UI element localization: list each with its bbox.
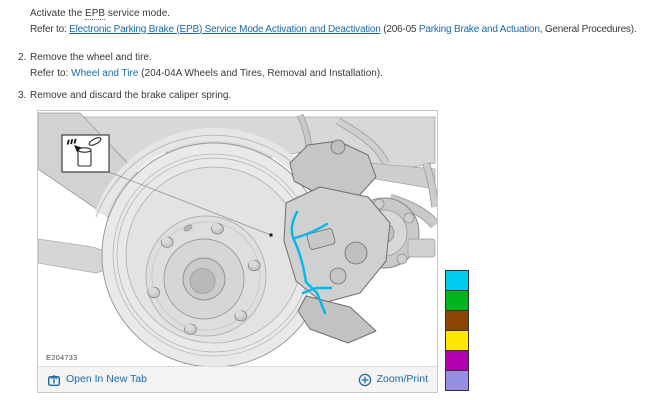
step-1-refer: Refer to: Electronic Parking Brake (EPB)… <box>30 22 637 38</box>
step-2-text-line: 2. Remove the wheel and tire. <box>18 50 383 66</box>
palette-swatch-magenta[interactable] <box>445 350 469 371</box>
brake-assembly-illustration <box>38 112 437 366</box>
parking-brake-actuation-link[interactable]: Parking Brake and Actuation <box>419 24 540 35</box>
brake-caliper <box>283 139 391 344</box>
open-in-new-tab-icon <box>48 374 61 386</box>
step-1-refer-prefix: Refer to: <box>30 23 70 35</box>
step-3-text: Remove and discard the brake caliper spr… <box>30 90 232 101</box>
palette-swatch-yellow[interactable] <box>445 330 469 351</box>
step-1-text: Activate the EPB service mode. <box>30 6 636 22</box>
step-1-text-post: service mode. <box>105 8 171 19</box>
step-1-text-pre: Activate the <box>30 8 86 19</box>
step-1-refer-suffix: , General Procedures). <box>539 23 637 35</box>
color-palette <box>445 270 469 391</box>
epb-abbr[interactable]: EPB <box>85 8 106 20</box>
palette-swatch-brown[interactable] <box>445 310 469 331</box>
discard-callout-box <box>61 134 110 173</box>
zoom-print-icon <box>358 373 371 386</box>
figure-panel: E204733 Open In New Tab Zoom/Print <box>37 110 438 393</box>
figure-id-label: E204733 <box>46 353 78 362</box>
wheel-and-tire-link[interactable]: Wheel and Tire <box>71 68 138 79</box>
palette-swatch-cyan[interactable] <box>445 270 469 291</box>
step-2-text: Remove the wheel and tire. <box>30 52 152 63</box>
step-3-number: 3. <box>18 90 27 101</box>
open-in-new-tab-button[interactable]: Open In New Tab <box>47 367 147 392</box>
step-3: 3. Remove and discard the brake caliper s… <box>18 88 231 104</box>
step-1: Activate the EPB service mode. Refer to:… <box>30 6 637 38</box>
epb-service-mode-link[interactable]: Electronic Parking Brake (EPB) Service M… <box>69 24 381 35</box>
zoom-print-button[interactable]: Zoom/Print <box>358 367 428 392</box>
step-2-number: 2. <box>18 52 27 63</box>
open-in-new-tab-label: Open In New Tab <box>66 373 147 385</box>
palette-swatch-lavender[interactable] <box>445 370 469 391</box>
step-2-refer-suffix: (204-04A Wheels and Tires, Removal and I… <box>138 67 383 79</box>
zoom-print-label: Zoom/Print <box>376 373 428 385</box>
step-2-refer-prefix: Refer to: <box>30 67 72 79</box>
step-2: 2. Remove the wheel and tire. Refer to: W… <box>18 50 383 81</box>
figure-footer: Open In New Tab Zoom/Print <box>38 366 437 392</box>
step-2-refer: Refer to: Wheel and Tire (204-04A Wheels… <box>18 66 383 82</box>
palette-swatch-green[interactable] <box>445 290 469 311</box>
step-1-refer-mid: (206-05 <box>380 23 419 35</box>
hub-bore <box>182 257 226 301</box>
step-3-text-line: 3. Remove and discard the brake caliper s… <box>18 88 231 104</box>
